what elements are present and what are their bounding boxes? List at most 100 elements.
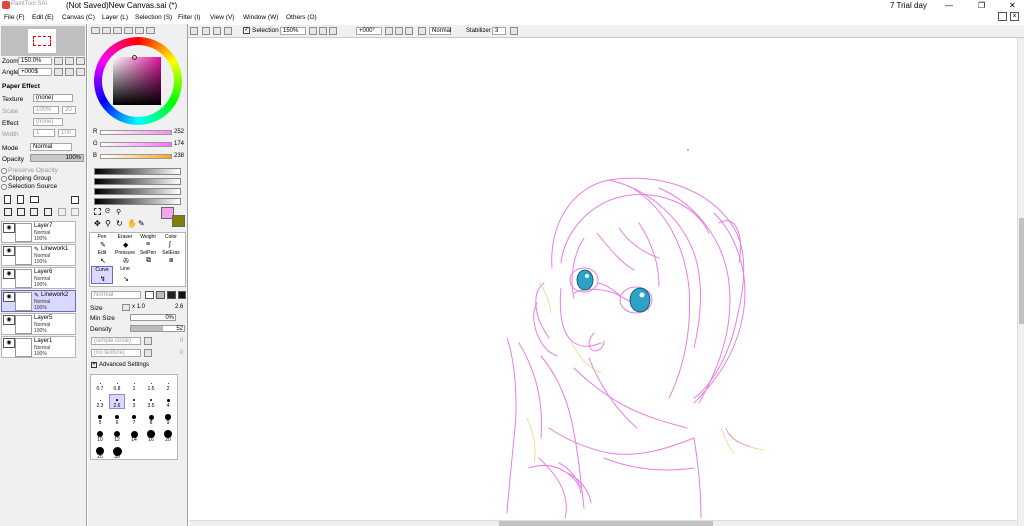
menu-layer[interactable]: Layer (L)	[102, 14, 128, 21]
minimize-button[interactable]: —	[945, 1, 953, 10]
new-linework-icon[interactable]	[17, 195, 24, 204]
brush-size-dot[interactable]	[149, 398, 153, 402]
merge-down-icon[interactable]	[30, 208, 38, 216]
brush-size-dot[interactable]	[133, 399, 135, 401]
brush-size-dot[interactable]	[166, 398, 170, 402]
visibility-eye-icon[interactable]: ◉	[3, 246, 15, 256]
zoom-tool-icon[interactable]: ⚲	[105, 219, 111, 228]
layer-row[interactable]: ◉ Layer6 Normal 100%	[1, 267, 76, 289]
gray-gradient-1[interactable]	[94, 168, 181, 175]
width-max-field[interactable]: 100	[58, 129, 76, 137]
scratchpad-mode-button[interactable]	[146, 27, 155, 34]
gray-gradient-3[interactable]	[94, 188, 181, 195]
transfer-down-icon[interactable]	[17, 208, 25, 216]
effect-select[interactable]: (none)	[33, 118, 63, 126]
new-folder-icon[interactable]	[30, 196, 39, 203]
vertical-scroll-thumb[interactable]	[1019, 218, 1024, 324]
zoom-field[interactable]: 150.0%	[18, 57, 52, 65]
toolbar-btn-1[interactable]	[190, 27, 198, 35]
clipping-group-checkbox[interactable]	[1, 176, 7, 182]
hsv-slider-mode-button[interactable]	[113, 27, 122, 34]
mode-select[interactable]: Normal	[30, 143, 72, 151]
texture-select[interactable]: (none)	[33, 94, 73, 102]
brush-size-dot[interactable]	[116, 382, 118, 384]
brush-size-dot[interactable]	[99, 382, 101, 384]
zoom-out-button[interactable]	[309, 27, 317, 35]
nav-zoom-in-button[interactable]	[65, 57, 74, 65]
shape-round-button[interactable]	[156, 291, 165, 299]
brush-size-dot[interactable]	[133, 382, 135, 384]
brush-mode-select[interactable]: Normal	[91, 291, 141, 299]
color-slider-bar[interactable]	[100, 142, 172, 147]
layer-row[interactable]: ◉ Layer1 Normal 100%	[1, 336, 76, 358]
brush-texture-button[interactable]	[144, 349, 152, 357]
scale-field[interactable]: 100%	[33, 106, 59, 114]
copy-layer-icon[interactable]	[4, 208, 12, 216]
brush-texture-select[interactable]: (no texture)	[91, 349, 141, 357]
vertical-scrollbar[interactable]	[1017, 38, 1024, 526]
size-multiplier-button[interactable]	[122, 304, 130, 311]
gray-gradient-4[interactable]	[94, 198, 181, 205]
rgb-slider-mode-button[interactable]	[102, 27, 111, 34]
magic-wand-icon[interactable]: ⚲	[116, 208, 121, 216]
lasso-icon[interactable]: ᘓ	[105, 208, 110, 216]
brush-shape-button[interactable]	[144, 337, 152, 345]
brush-size-dot[interactable]	[148, 414, 154, 420]
brush-size-dot[interactable]	[116, 399, 118, 401]
nav-zoom-out-button[interactable]	[54, 57, 63, 65]
visibility-eye-icon[interactable]: ◉	[3, 315, 15, 325]
layer-row[interactable]: ◉ ✎ Linework1 Normal 100%	[1, 244, 76, 266]
angle-field[interactable]: +000$	[18, 68, 52, 76]
gradation-mode-button[interactable]	[124, 27, 133, 34]
shape-fill-button[interactable]	[178, 291, 186, 299]
menu-canvas[interactable]: Canvas (C)	[62, 14, 95, 21]
stabilizer-select[interactable]: 3	[492, 27, 506, 35]
brush-size-dot[interactable]	[150, 382, 152, 384]
maximize-button[interactable]: ❐	[978, 1, 985, 10]
shape-flat-button[interactable]	[145, 291, 154, 299]
clear-layer-icon[interactable]	[44, 208, 52, 216]
blend-mode-select[interactable]: Normal	[429, 27, 451, 35]
visibility-eye-icon[interactable]: ◉	[3, 338, 15, 348]
menu-window[interactable]: Window (W)	[243, 14, 278, 21]
rotate-tool-icon[interactable]: ↻	[116, 219, 123, 228]
zoom-reset-button[interactable]	[329, 27, 337, 35]
zoom-select[interactable]: 150%	[280, 27, 306, 35]
doc-restore-button[interactable]	[998, 12, 1007, 21]
drawing-canvas[interactable]	[189, 38, 1017, 520]
color-wheel-mode-button[interactable]	[91, 27, 100, 34]
toolbar-btn-4[interactable]	[224, 27, 232, 35]
brush-size-dot[interactable]	[115, 415, 119, 419]
navigator-preview[interactable]	[1, 26, 85, 56]
brush-shape-select[interactable]: (simple circle)	[91, 337, 141, 345]
preserve-opacity-checkbox[interactable]	[1, 168, 7, 174]
visibility-eye-icon[interactable]: ◉	[3, 269, 15, 279]
density-slider[interactable]: 52	[130, 325, 185, 332]
brush-size-dot[interactable]	[131, 414, 137, 420]
scale-num-field[interactable]: 20	[62, 106, 76, 114]
gray-gradient-2[interactable]	[94, 178, 181, 185]
horizontal-scrollbar[interactable]	[189, 520, 1017, 526]
doc-close-button[interactable]: ×	[1010, 12, 1019, 21]
toolbar-btn-2[interactable]	[202, 27, 210, 35]
visibility-eye-icon[interactable]: ◉	[3, 292, 15, 302]
stabilizer-dropdown-button[interactable]	[510, 27, 518, 35]
color-wheel[interactable]	[94, 37, 182, 125]
size-multiplier[interactable]: x 1.0	[132, 304, 145, 310]
swatch-mode-button[interactable]	[135, 27, 144, 34]
layer-row[interactable]: ◉ Layer7 Normal 100%	[1, 221, 76, 243]
layer-row[interactable]: ◉ ✎ Linework2 Normal 100%	[1, 290, 76, 312]
rotate-reset-button[interactable]	[405, 27, 413, 35]
menu-selection[interactable]: Selection (S)	[135, 14, 172, 21]
rotate-left-button[interactable]	[385, 27, 393, 35]
advanced-settings-label[interactable]: Advanced Settings	[99, 362, 149, 368]
close-button[interactable]: ✕	[1009, 1, 1016, 10]
move-icon[interactable]: ✥	[94, 219, 101, 228]
horizontal-scroll-thumb[interactable]	[499, 521, 713, 526]
selection-checkbox[interactable]: ✓	[243, 27, 250, 34]
brush-size-dot[interactable]	[99, 399, 101, 401]
layer-row[interactable]: ◉ Layer5 Normal 100%	[1, 313, 76, 335]
menu-others[interactable]: Others (O)	[286, 14, 317, 21]
toolbar-btn-3[interactable]	[213, 27, 221, 35]
shape-square-button[interactable]	[167, 291, 176, 299]
